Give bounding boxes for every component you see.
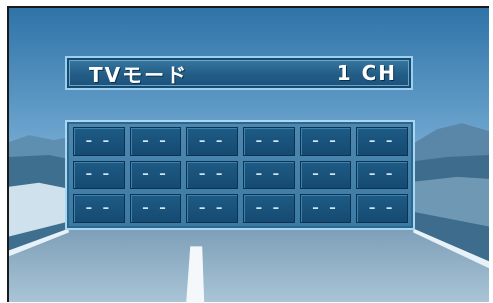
preset-button[interactable]: – – — [299, 160, 352, 190]
preset-button[interactable]: – – — [73, 194, 125, 223]
tv-screen: TVモード 1 CH – – – – – – – – – – – – – – –… — [7, 6, 489, 302]
preset-button[interactable]: – – — [356, 160, 408, 190]
mode-label: TVモード — [89, 62, 189, 87]
preset-button[interactable]: – – — [299, 127, 352, 156]
preset-button[interactable]: – – — [299, 194, 352, 223]
preset-button[interactable]: – – — [129, 127, 182, 156]
channel-preset-grid: – – – – – – – – – – – – – – – – – – – – … — [65, 120, 415, 230]
preset-button[interactable]: – – — [186, 127, 238, 156]
preset-button[interactable]: – – — [73, 160, 125, 190]
preset-button[interactable]: – – — [356, 194, 408, 223]
preset-button[interactable]: – – — [243, 194, 295, 223]
channel-indicator: 1 CH — [336, 61, 397, 85]
tv-mode-bar: TVモード 1 CH — [65, 56, 413, 90]
preset-button[interactable]: – – — [73, 127, 125, 156]
preset-button[interactable]: – – — [186, 194, 238, 223]
preset-button[interactable]: – – — [243, 127, 295, 156]
preset-button[interactable]: – – — [129, 160, 182, 190]
preset-button[interactable]: – – — [129, 194, 182, 223]
preset-button[interactable]: – – — [186, 160, 238, 190]
preset-button[interactable]: – – — [356, 127, 408, 156]
preset-button[interactable]: – – — [243, 160, 295, 190]
